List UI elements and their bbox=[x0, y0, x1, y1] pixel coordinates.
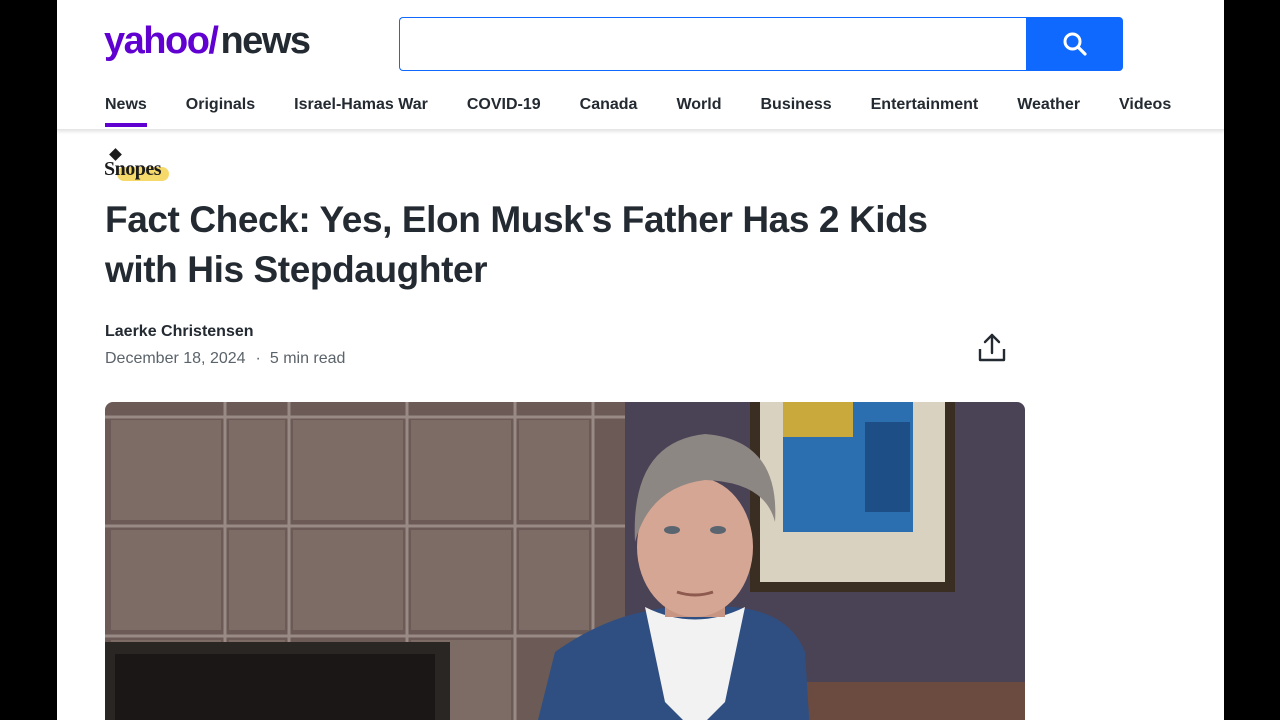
share-icon bbox=[978, 333, 1006, 362]
nav-item-israel-hamas-war[interactable]: Israel-Hamas War bbox=[294, 96, 428, 128]
search-input[interactable] bbox=[399, 17, 1026, 71]
article-hero-image bbox=[105, 402, 1025, 720]
article-title-line1: Fact Check: Yes, Elon Musk's Father Has … bbox=[105, 199, 928, 240]
hero-photo bbox=[105, 402, 1025, 720]
nav-item-world[interactable]: World bbox=[676, 96, 721, 128]
nav-item-originals[interactable]: Originals bbox=[186, 96, 255, 128]
article-title-line2: with His Stepdaughter bbox=[105, 249, 488, 290]
meta-separator: · bbox=[255, 350, 261, 367]
nav-item-covid-19[interactable]: COVID-19 bbox=[467, 96, 541, 128]
page: yahoo/ news News Originals Israel-Hamas … bbox=[57, 0, 1224, 720]
nav-item-canada[interactable]: Canada bbox=[580, 96, 638, 128]
source-logo-snopes[interactable]: Snopes bbox=[104, 148, 174, 188]
yahoo-news-logo[interactable]: yahoo/ news bbox=[104, 20, 311, 66]
nav-item-entertainment[interactable]: Entertainment bbox=[871, 96, 979, 128]
nav-item-weather[interactable]: Weather bbox=[1017, 96, 1080, 128]
search-button[interactable] bbox=[1026, 17, 1123, 71]
article-date: December 18, 2024 bbox=[105, 350, 246, 367]
logo-news-text: news bbox=[220, 20, 311, 62]
article-meta: December 18, 2024 · 5 min read bbox=[105, 350, 345, 368]
nav-item-news[interactable]: News bbox=[105, 96, 147, 128]
search-icon bbox=[1063, 32, 1087, 56]
article-title: Fact Check: Yes, Elon Musk's Father Has … bbox=[105, 195, 1005, 295]
article-read-time: 5 min read bbox=[269, 350, 346, 367]
source-name: Snopes bbox=[104, 158, 162, 180]
article-author[interactable]: Laerke Christensen bbox=[105, 323, 254, 341]
search-bar bbox=[399, 17, 1123, 71]
nav-item-business[interactable]: Business bbox=[760, 96, 831, 128]
nav-item-videos[interactable]: Videos bbox=[1119, 96, 1171, 128]
site-header: yahoo/ news News Originals Israel-Hamas … bbox=[57, 0, 1224, 130]
logo-yahoo-text: yahoo/ bbox=[104, 20, 219, 62]
share-button[interactable] bbox=[977, 332, 1007, 364]
main-nav: News Originals Israel-Hamas War COVID-19… bbox=[105, 96, 1210, 128]
